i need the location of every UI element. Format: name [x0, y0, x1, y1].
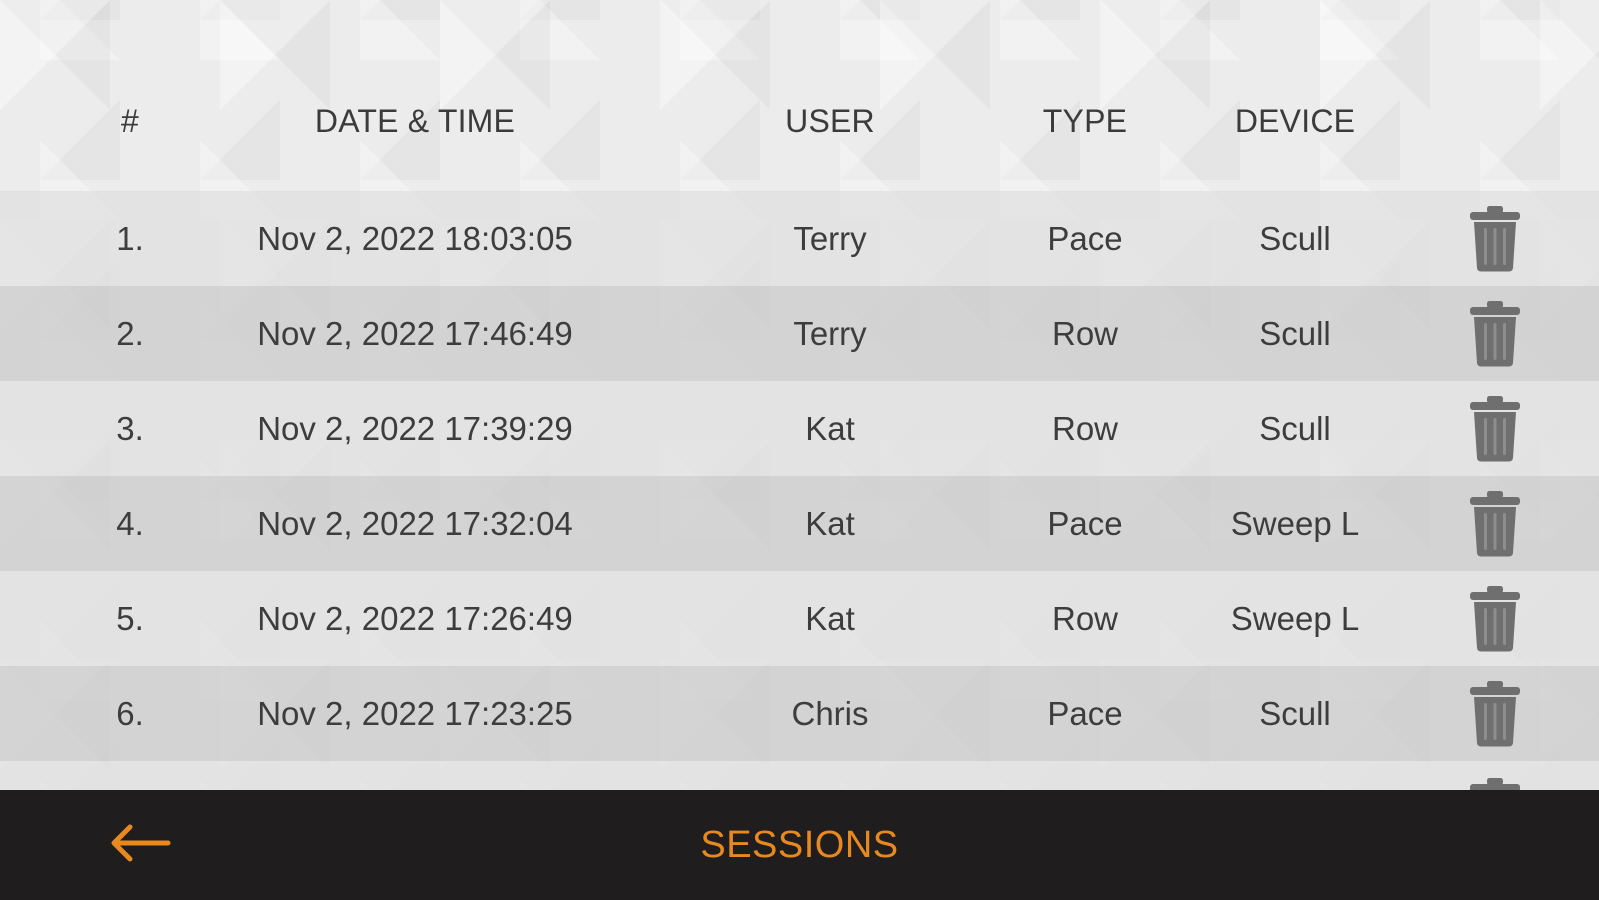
table-header: # DATE & TIME USER TYPE DEVICE [0, 82, 1599, 160]
delete-session-button[interactable] [1440, 191, 1550, 286]
bottom-bar: SESSIONS [0, 790, 1599, 900]
session-device: Sweep L [1230, 599, 1360, 637]
table-row[interactable]: 3. Nov 2, 2022 17:39:29 Kat Row Scull [0, 381, 1599, 476]
sessions-list: # DATE & TIME USER TYPE DEVICE 1. Nov 2,… [0, 0, 1599, 790]
trash-icon[interactable] [1463, 777, 1527, 790]
delete-session-button[interactable] [1440, 476, 1550, 571]
trash-icon[interactable] [1463, 489, 1527, 559]
delete-session-button[interactable] [1440, 666, 1550, 761]
header-device: DEVICE [1234, 102, 1356, 139]
table-row-partial [0, 761, 1599, 790]
session-type: Row [1051, 314, 1119, 352]
delete-session-button[interactable] [1440, 571, 1550, 666]
header-date-time: DATE & TIME [314, 102, 516, 139]
trash-icon[interactable] [1463, 584, 1527, 654]
session-type: Pace [1047, 504, 1123, 542]
session-type: Pace [1047, 694, 1123, 732]
table-row[interactable]: 6. Nov 2, 2022 17:23:25 Chris Pace Scull [0, 666, 1599, 761]
session-date-time: Nov 2, 2022 17:23:25 [257, 694, 573, 732]
session-device: Scull [1259, 314, 1331, 352]
session-user: Terry [793, 219, 867, 257]
delete-session-button[interactable] [1440, 286, 1550, 381]
session-index: 1. [116, 219, 144, 257]
trash-icon[interactable] [1463, 204, 1527, 274]
session-index: 6. [116, 694, 144, 732]
session-user: Kat [805, 504, 855, 542]
session-date-time: Nov 2, 2022 17:39:29 [257, 409, 573, 447]
table-row[interactable]: 4. Nov 2, 2022 17:32:04 Kat Pace Sweep L [0, 476, 1599, 571]
session-type: Pace [1047, 219, 1123, 257]
session-user: Terry [793, 314, 867, 352]
session-index: 4. [116, 504, 144, 542]
table-row[interactable]: 1. Nov 2, 2022 18:03:05 Terry Pace Scull [0, 191, 1599, 286]
page-title: SESSIONS [700, 823, 899, 866]
table-row[interactable]: 2. Nov 2, 2022 17:46:49 Terry Row Scull [0, 286, 1599, 381]
session-index: 5. [116, 599, 144, 637]
header-type: TYPE [1042, 102, 1128, 139]
header-number: # [121, 102, 139, 139]
session-date-time: Nov 2, 2022 18:03:05 [257, 219, 573, 257]
session-user: Chris [791, 694, 869, 732]
back-button[interactable] [100, 815, 180, 875]
session-device: Sweep L [1230, 504, 1360, 542]
trash-icon[interactable] [1463, 394, 1527, 464]
session-device: Scull [1259, 219, 1331, 257]
session-type: Row [1051, 599, 1119, 637]
session-user: Kat [805, 409, 855, 447]
header-user: USER [785, 102, 875, 139]
session-user: Kat [805, 599, 855, 637]
delete-session-button[interactable] [1440, 761, 1550, 790]
session-type: Row [1051, 409, 1119, 447]
trash-icon[interactable] [1463, 299, 1527, 369]
session-device: Scull [1259, 409, 1331, 447]
arrow-left-icon[interactable] [108, 823, 172, 868]
session-date-time: Nov 2, 2022 17:32:04 [257, 504, 573, 542]
trash-icon[interactable] [1463, 679, 1527, 749]
session-rows: 1. Nov 2, 2022 18:03:05 Terry Pace Scull… [0, 191, 1599, 790]
table-row[interactable]: 5. Nov 2, 2022 17:26:49 Kat Row Sweep L [0, 571, 1599, 666]
session-index: 2. [116, 314, 144, 352]
session-device: Scull [1259, 694, 1331, 732]
session-date-time: Nov 2, 2022 17:46:49 [257, 314, 573, 352]
session-index: 3. [116, 409, 144, 447]
session-date-time: Nov 2, 2022 17:26:49 [257, 599, 573, 637]
delete-session-button[interactable] [1440, 381, 1550, 476]
